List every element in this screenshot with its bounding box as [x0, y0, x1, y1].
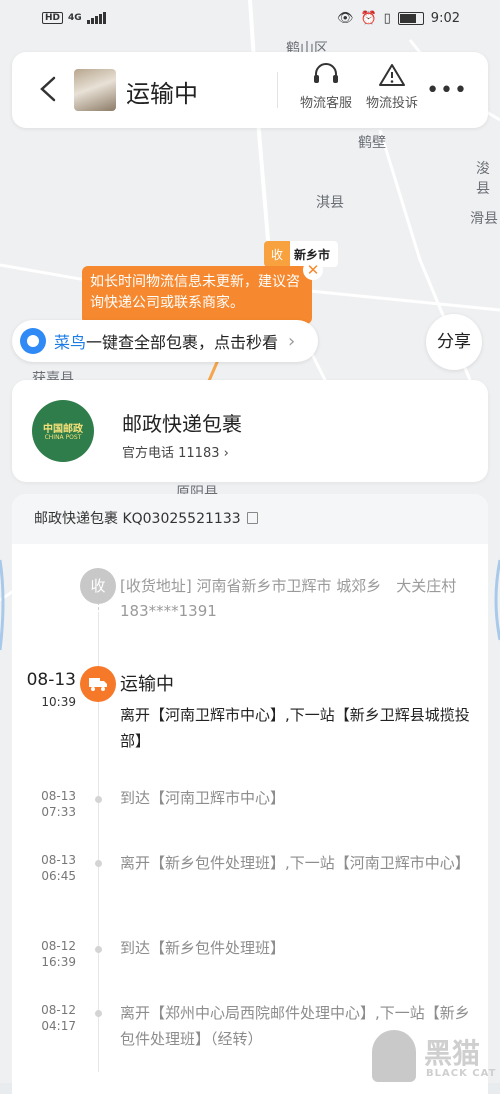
watermark-text: 黑猫: [424, 1037, 481, 1070]
blackcat-watermark: 黑猫 BLACK CAT: [372, 1030, 500, 1083]
map-label: 淇县: [316, 195, 344, 211]
share-button[interactable]: 分享: [426, 314, 482, 370]
event-datetime: 08-12 16:39: [41, 939, 76, 969]
copy-icon[interactable]: [246, 512, 258, 524]
event-datetime: 08-13 07:33: [41, 789, 76, 819]
map-label: 浚县: [476, 161, 490, 197]
event-datetime: 08-13 06:45: [41, 853, 76, 883]
alarm-icon: ⏰: [360, 11, 377, 26]
timeline-dot: [95, 1010, 102, 1017]
map-label: 鹤壁: [358, 135, 386, 151]
current-date: 08-13: [26, 670, 76, 690]
timeline-dot: [95, 796, 102, 803]
back-arrow-icon[interactable]: [38, 76, 60, 102]
logistics-service-button[interactable]: 物流客服: [294, 62, 358, 111]
signal-icon: [86, 12, 106, 24]
logistics-service-label: 物流客服: [299, 96, 352, 111]
receiver-address: [收货地址] 河南省新乡市卫辉市 城郊乡 大关庄村 183****1391: [120, 577, 457, 620]
headset-icon: [314, 63, 338, 83]
carrier-name: 邮政快递包裹: [122, 412, 242, 436]
battery-icon: [397, 12, 424, 25]
logo-en-text: CHINA POST: [44, 434, 82, 441]
truck-icon: [80, 666, 116, 702]
event-datetime: 08-12 04:17: [41, 1003, 76, 1033]
network-type: 4G: [68, 13, 82, 23]
receiver-badge: 收: [80, 568, 116, 604]
status-bar: HD 4G 👁 ⏰ ▯ 9:02: [0, 0, 500, 38]
carrier-phone-link[interactable]: 官方电话 11183 ›: [122, 442, 229, 461]
tracking-panel: 邮政快递包裹 KQ03025521133 收 [收货地址] 河南省新乡市卫辉市 …: [12, 494, 488, 1094]
cainiao-banner[interactable]: 菜鸟 一键查全部包裹，点击秒看 ›: [12, 320, 318, 362]
vibrate-icon: ▯: [383, 11, 391, 26]
chevron-right-icon: ›: [288, 330, 296, 352]
divider: [277, 72, 278, 108]
close-tip-icon[interactable]: ✕: [303, 260, 323, 280]
tracking-number: 邮政快递包裹 KQ03025521133: [34, 511, 241, 527]
timeline-dot: [95, 946, 102, 953]
tracking-number-row: 邮政快递包裹 KQ03025521133: [12, 494, 488, 544]
hd-indicator: HD: [42, 12, 64, 24]
cat-head-icon: [372, 1030, 416, 1082]
cainiao-text: 一键查全部包裹，点击秒看: [86, 333, 279, 352]
clock: 9:02: [430, 11, 460, 26]
seller-avatar[interactable]: [74, 69, 116, 111]
cainiao-logo-icon: [20, 328, 46, 354]
more-menu-icon[interactable]: •••: [426, 78, 468, 103]
logistics-complaint-label: 物流投诉: [365, 96, 418, 111]
timeline-dot: [95, 860, 102, 867]
current-time: 10:39: [41, 695, 76, 709]
current-status: 运输中: [120, 674, 174, 695]
event-text: 到达【新乡包件处理班】: [120, 939, 286, 957]
watermark-sub: BLACK CAT: [426, 1068, 497, 1079]
event-text: 到达【河南卫辉市中心】: [120, 789, 286, 807]
carrier-card[interactable]: 中国邮政 CHINA POST 邮政快递包裹 官方电话 11183 ›: [12, 380, 488, 482]
update-tip: 如长时间物流信息未更新，建议咨询快递公司或联系商家。: [82, 266, 312, 324]
destination-collect-badge: 收: [264, 241, 290, 267]
china-post-logo: 中国邮政 CHINA POST: [32, 400, 94, 462]
cainiao-brand: 菜鸟: [54, 333, 87, 352]
current-description: 离开【河南卫辉市中心】,下一站【新乡卫辉县城揽投部】: [120, 706, 470, 750]
event-text: 离开【新乡包件处理班】,下一站【河南卫辉市中心】: [120, 854, 470, 872]
page-title: 运输中: [126, 80, 198, 108]
map-label: 滑县: [470, 211, 498, 227]
logo-cn-text: 中国邮政: [43, 424, 83, 435]
top-bar: 运输中 物流客服 物流投诉 •••: [12, 52, 488, 128]
warning-icon: [379, 64, 405, 86]
logistics-complaint-button[interactable]: 物流投诉: [360, 62, 424, 111]
eye-icon: 👁: [336, 11, 354, 26]
